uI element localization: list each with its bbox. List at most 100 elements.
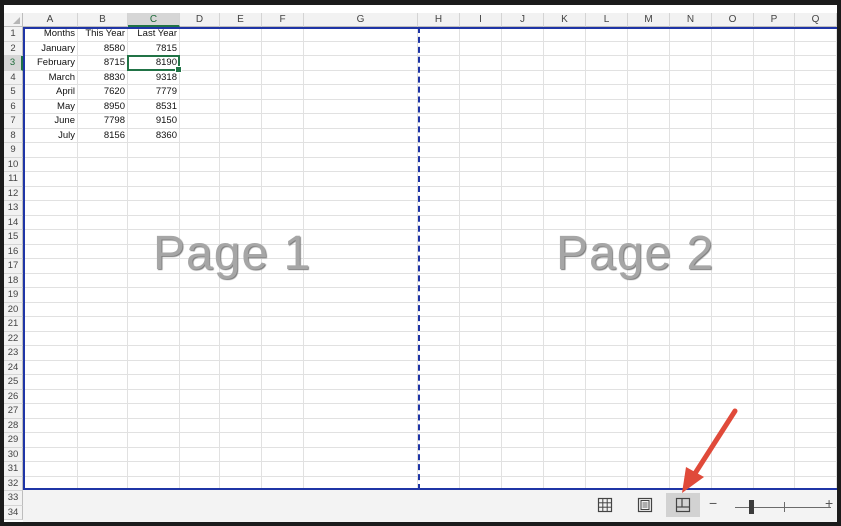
row-header-28[interactable]: 28 <box>4 418 23 433</box>
row-header-3[interactable]: 3 <box>4 56 23 71</box>
column-header-c[interactable]: C <box>128 13 180 27</box>
cell-b5[interactable]: 7620 <box>78 85 128 100</box>
column-header-f[interactable]: F <box>262 13 304 27</box>
row-header-14[interactable]: 14 <box>4 215 23 230</box>
column-header-d[interactable]: D <box>180 13 220 27</box>
cell-c7[interactable]: 9150 <box>128 114 180 129</box>
header-cell-a1[interactable]: Months <box>23 27 78 42</box>
row-header-25[interactable]: 25 <box>4 375 23 390</box>
row-header-30[interactable]: 30 <box>4 447 23 462</box>
page-1-watermark: Page 1 <box>153 227 312 280</box>
zoom-out-button[interactable]: − <box>709 496 717 510</box>
cell-a8[interactable]: July <box>23 129 78 144</box>
column-header-h[interactable]: H <box>418 13 460 27</box>
cell-b8[interactable]: 8156 <box>78 129 128 144</box>
column-header-n[interactable]: N <box>670 13 712 27</box>
cell-c6[interactable]: 8531 <box>128 100 180 115</box>
row-header-19[interactable]: 19 <box>4 288 23 303</box>
column-header-m[interactable]: M <box>628 13 670 27</box>
column-header-j[interactable]: J <box>502 13 544 27</box>
row-header-5[interactable]: 5 <box>4 85 23 100</box>
grid-horizontal-line <box>23 345 837 346</box>
page-break-vertical-divider[interactable] <box>418 27 420 490</box>
row-header-11[interactable]: 11 <box>4 172 23 187</box>
row-header-29[interactable]: 29 <box>4 433 23 448</box>
row-header-7[interactable]: 7 <box>4 114 23 129</box>
annotation-arrow <box>682 408 738 493</box>
column-header-l[interactable]: L <box>586 13 628 27</box>
grid-horizontal-line <box>23 359 837 361</box>
zoom-in-button[interactable]: + <box>825 496 833 510</box>
column-header-o[interactable]: O <box>712 13 754 27</box>
column-header-e[interactable]: E <box>220 13 262 27</box>
cell-a4[interactable]: March <box>23 71 78 86</box>
zoom-slider-thumb[interactable] <box>749 500 754 514</box>
column-header-b[interactable]: B <box>78 13 128 27</box>
normal-view-button[interactable] <box>591 493 619 517</box>
row-header-12[interactable]: 12 <box>4 186 23 201</box>
row-header-9[interactable]: 9 <box>4 143 23 158</box>
cell-c4[interactable]: 9318 <box>128 71 180 86</box>
row-header-22[interactable]: 22 <box>4 331 23 346</box>
column-header-g[interactable]: G <box>304 13 418 27</box>
row-header-6[interactable]: 6 <box>4 99 23 114</box>
row-header-33[interactable]: 33 <box>4 491 23 506</box>
grid-horizontal-line <box>23 185 837 187</box>
row-header-13[interactable]: 13 <box>4 201 23 216</box>
row-header-15[interactable]: 15 <box>4 230 23 245</box>
grid-horizontal-line <box>23 243 837 245</box>
active-cell-c3[interactable] <box>127 55 182 72</box>
cell-b2[interactable]: 8580 <box>78 42 128 57</box>
grid-horizontal-line <box>23 403 837 404</box>
cell-a7[interactable]: June <box>23 114 78 129</box>
spreadsheet-window: ABCDEFGHIJKLMNOPQ 1 2 3 4 5 6 7 8 9 10 11 12 13 14 15 1… <box>4 5 837 522</box>
select-all-corner[interactable] <box>4 13 23 27</box>
row-header-27[interactable]: 27 <box>4 404 23 419</box>
cell-a5[interactable]: April <box>23 85 78 100</box>
grid-horizontal-line <box>23 374 837 375</box>
page-layout-view-button[interactable] <box>631 493 659 517</box>
cell-b7[interactable]: 7798 <box>78 114 128 129</box>
column-header-k[interactable]: K <box>544 13 586 27</box>
row-header-21[interactable]: 21 <box>4 317 23 332</box>
cell-b3[interactable]: 8715 <box>78 56 128 71</box>
column-header-p[interactable]: P <box>754 13 795 27</box>
row-header-16[interactable]: 16 <box>4 244 23 259</box>
row-header-26[interactable]: 26 <box>4 389 23 404</box>
page-break-top-border <box>23 27 837 29</box>
row-header-20[interactable]: 20 <box>4 302 23 317</box>
cell-a3[interactable]: February <box>23 56 78 71</box>
row-header-18[interactable]: 18 <box>4 273 23 288</box>
row-header-8[interactable]: 8 <box>4 128 23 143</box>
column-header-i[interactable]: I <box>460 13 502 27</box>
row-header-10[interactable]: 10 <box>4 157 23 172</box>
row-header-23[interactable]: 23 <box>4 346 23 361</box>
cell-c2[interactable]: 7815 <box>128 42 180 57</box>
row-header-32[interactable]: 32 <box>4 476 23 491</box>
grid-horizontal-line <box>23 316 837 317</box>
grid-horizontal-line <box>23 272 837 274</box>
grid-horizontal-line <box>23 330 837 332</box>
row-header-31[interactable]: 31 <box>4 462 23 477</box>
row-header-34[interactable]: 34 <box>4 505 23 520</box>
row-header-2[interactable]: 2 <box>4 41 23 56</box>
row-header-24[interactable]: 24 <box>4 360 23 375</box>
cell-c5[interactable]: 7779 <box>128 85 180 100</box>
row-header-17[interactable]: 17 <box>4 259 23 274</box>
page-break-left-border <box>23 27 25 490</box>
header-cell-c1[interactable]: Last Year <box>128 27 180 42</box>
grid-horizontal-line <box>23 229 837 230</box>
grid-horizontal-line <box>23 301 837 303</box>
grid-horizontal-line <box>23 258 837 259</box>
cell-a2[interactable]: January <box>23 42 78 57</box>
cell-c8[interactable]: 8360 <box>128 129 180 144</box>
column-header-a[interactable]: A <box>23 13 78 27</box>
cell-b6[interactable]: 8950 <box>78 100 128 115</box>
row-header-4[interactable]: 4 <box>4 70 23 85</box>
column-header-q[interactable]: Q <box>795 13 837 27</box>
page-break-preview-button[interactable] <box>666 493 700 517</box>
cell-a6[interactable]: May <box>23 100 78 115</box>
header-cell-b1[interactable]: This Year <box>78 27 128 42</box>
cell-b4[interactable]: 8830 <box>78 71 128 86</box>
row-header-1[interactable]: 1 <box>4 27 23 42</box>
